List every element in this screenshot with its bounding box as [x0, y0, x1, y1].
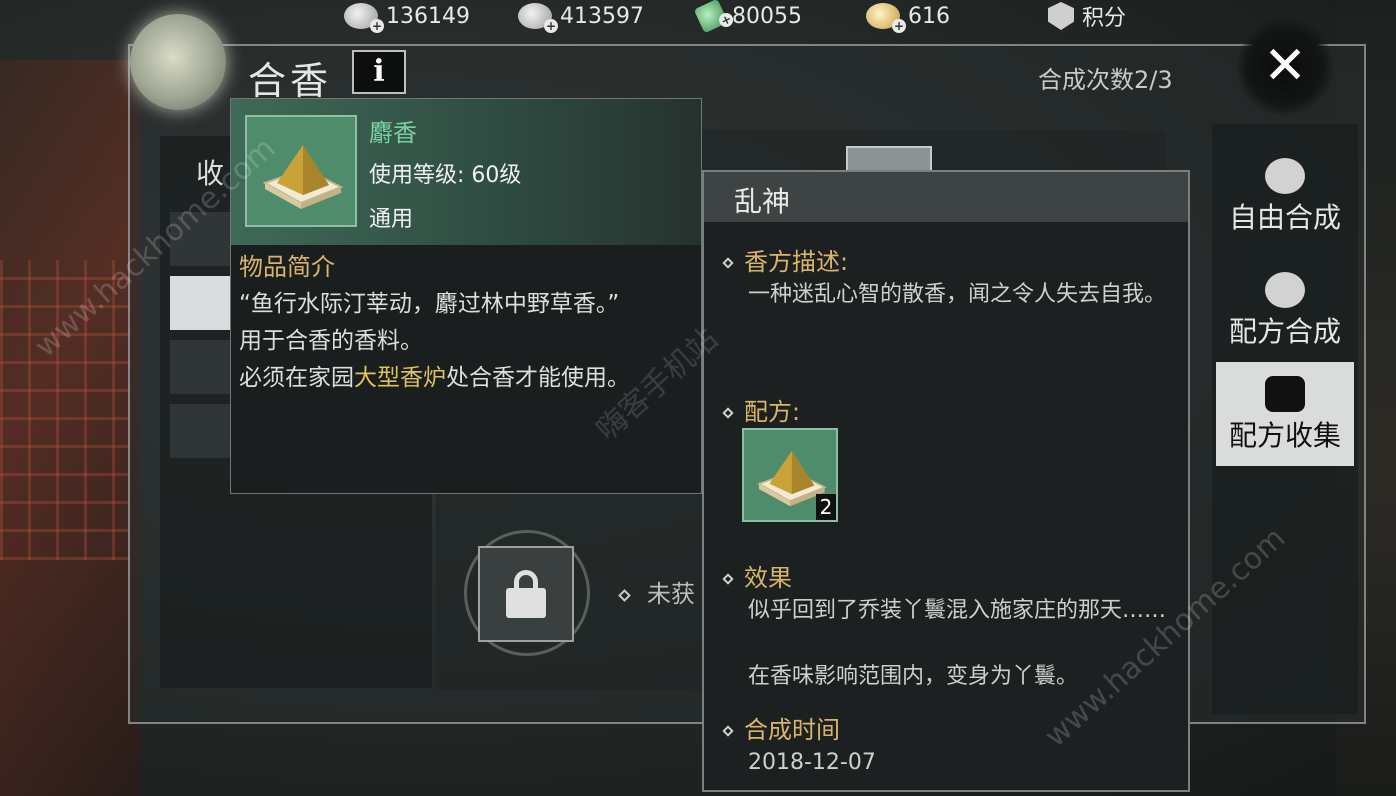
silver-coin-icon: + — [344, 3, 384, 33]
currency-value: 616 — [908, 3, 950, 29]
score-label: 积分 — [1082, 6, 1127, 31]
section-title: 物品简介 — [239, 253, 335, 281]
page-title: 合香 — [248, 59, 333, 103]
diamond-bullet-icon — [618, 588, 631, 602]
currency-value: 80055 — [732, 3, 802, 29]
currency-silver-ingot[interactable]: + 413597 — [518, 0, 644, 33]
effect-heading: 效果 — [722, 558, 792, 593]
currency-jade[interactable]: + 80055 — [693, 0, 802, 34]
nav-label: 自由合成 — [1228, 201, 1341, 234]
recipe-ingredient-slot[interactable]: 2 — [742, 428, 838, 522]
gold-ingot-icon: + — [866, 3, 906, 33]
currency-silver-coin[interactable]: + 136149 — [344, 0, 470, 33]
currency-value: 413597 — [560, 3, 644, 29]
item-name: 麝香 — [369, 119, 417, 147]
locked-status: 未获 — [618, 574, 695, 609]
moon-decoration-icon — [130, 14, 226, 110]
craft-time: 2018-12-07 — [748, 750, 876, 775]
recipe-collection-icon — [1265, 376, 1305, 412]
silver-ingot-icon: + — [518, 3, 558, 33]
jade-icon: + — [693, 0, 736, 34]
effect-text-1: 似乎回到了乔装丫鬟混入施家庄的那天…… — [748, 598, 1167, 623]
item-quote: “鱼行水际汀莘动，麝过林中野草香。” — [239, 291, 620, 317]
item-description: 物品简介 “鱼行水际汀莘动，麝过林中野草香。” 用于合香的香料。 必须在家园大型… — [239, 249, 695, 397]
diamond-bullet-icon — [722, 407, 734, 419]
free-craft-icon — [1265, 158, 1305, 194]
nav-free-craft[interactable]: 自由合成 — [1216, 144, 1354, 248]
item-usage: 用于合香的香料。 — [239, 328, 423, 354]
desc-text: 一种迷乱心智的散香，闻之令人失去自我。 — [748, 282, 1167, 307]
time-heading: 合成时间 — [722, 710, 840, 745]
nav-recipe-collection[interactable]: 配方收集 — [1216, 362, 1354, 466]
score-shield-icon — [1048, 2, 1074, 30]
currency-value: 136149 — [386, 3, 470, 29]
recipe-craft-icon — [1265, 272, 1305, 308]
close-button[interactable]: ✕ — [1236, 18, 1334, 116]
highlight-furnace: 大型香炉 — [354, 365, 446, 391]
detail-header: 乱神 — [704, 172, 1188, 222]
score-display[interactable]: 积分 — [1048, 0, 1126, 32]
craft-mode-nav: 自由合成 配方合成 配方收集 — [1212, 124, 1358, 714]
diamond-bullet-icon — [722, 257, 734, 269]
ingredient-quantity: 2 — [816, 494, 836, 520]
item-level: 使用等级: 60级 — [369, 163, 522, 188]
locked-recipe-slot[interactable] — [478, 546, 574, 642]
diamond-bullet-icon — [722, 573, 734, 585]
desc-heading: 香方描述: — [722, 242, 848, 277]
nav-recipe-craft[interactable]: 配方合成 — [1216, 258, 1354, 362]
nav-label: 配方合成 — [1228, 315, 1341, 348]
item-tooltip: 麝香 使用等级: 60级 通用 物品简介 “鱼行水际汀莘动，麝过林中野草香。” … — [230, 98, 702, 494]
tooltip-header: 麝香 使用等级: 60级 通用 — [231, 99, 701, 245]
info-button[interactable]: i — [352, 50, 406, 94]
craft-count: 合成次数2/3 — [1038, 66, 1173, 94]
lock-icon — [506, 570, 546, 618]
nav-label: 配方收集 — [1228, 419, 1341, 452]
recipe-heading: 配方: — [722, 392, 800, 427]
recipe-title: 乱神 — [734, 185, 791, 218]
item-type: 通用 — [369, 207, 414, 232]
diamond-bullet-icon — [722, 725, 734, 737]
currency-gold-ingot[interactable]: + 616 — [866, 0, 950, 33]
